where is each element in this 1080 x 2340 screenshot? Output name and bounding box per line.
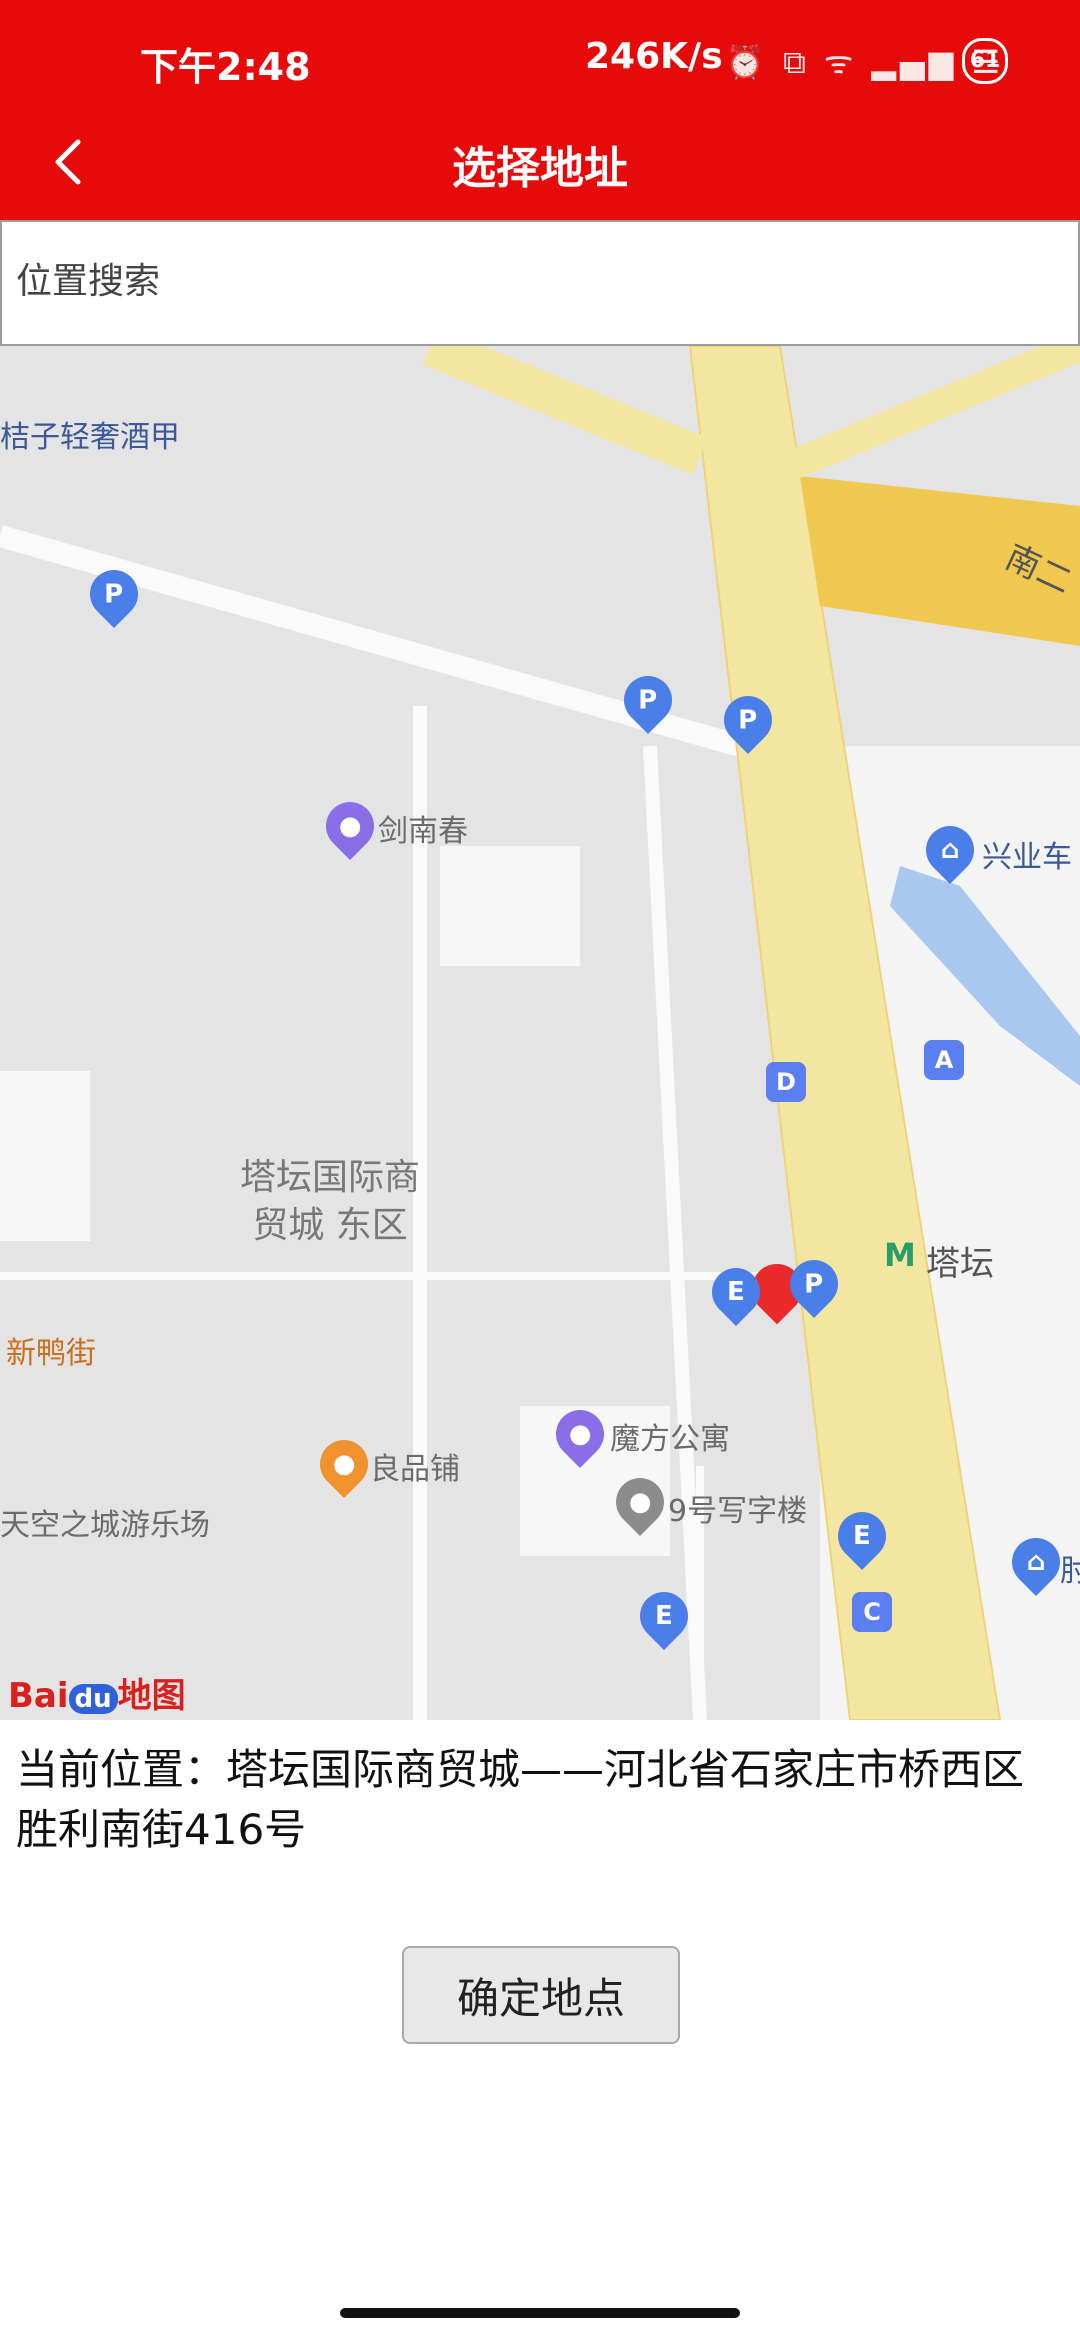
baidu-map-logo: Bai du 地图 — [8, 1676, 186, 1716]
map-label-hotel: 桔子轻奢酒甲 — [0, 420, 180, 455]
confirm-location-button[interactable]: 确定地点 — [402, 1946, 680, 2044]
battery-icon: 61 — [962, 38, 1008, 84]
map-label-jiannanchun: 剑南春 — [378, 814, 468, 849]
map-label-fu: 肘 — [1060, 1554, 1080, 1589]
map-label-mofang: 魔方公寓 — [610, 1422, 730, 1457]
current-location-text: 当前位置：塔坛国际商贸城——河北省石家庄市桥西区胜利南街416号 — [16, 1740, 1066, 1860]
entrance-marker[interactable]: D — [766, 1062, 806, 1102]
subway-icon: M — [884, 1236, 916, 1274]
network-speed: 246K/s — [585, 36, 723, 77]
map-label-office: 9号写字楼 — [668, 1494, 808, 1529]
search-box — [0, 220, 1080, 346]
entrance-marker[interactable]: A — [924, 1040, 964, 1080]
title-bar: 选择地址 — [0, 100, 1080, 220]
current-location-label: 当前位置： — [16, 1745, 227, 1794]
map-label-liangpin: 良品铺 — [370, 1452, 460, 1487]
map-label-xinya: 新鸭街 — [6, 1336, 96, 1371]
map-view[interactable]: 桔子轻奢酒甲 南二 P P P ● 剑南春 ⌂ 兴业车 D A 塔坛国际商 贸城… — [0, 346, 1080, 1720]
home-indicator[interactable] — [340, 2308, 740, 2318]
entrance-marker[interactable]: C — [852, 1592, 892, 1632]
location-search-input[interactable] — [2, 222, 1070, 340]
map-label-tiankong: 天空之城游乐场 — [0, 1508, 210, 1543]
status-time: 下午2:48 — [140, 45, 311, 89]
page-title: 选择地址 — [452, 143, 628, 194]
map-label-mall: 塔坛国际商 贸城 东区 — [240, 1157, 421, 1246]
map-label-tatan: 塔坛 — [926, 1244, 994, 1284]
map-label-xingye: 兴业车 — [982, 840, 1072, 875]
